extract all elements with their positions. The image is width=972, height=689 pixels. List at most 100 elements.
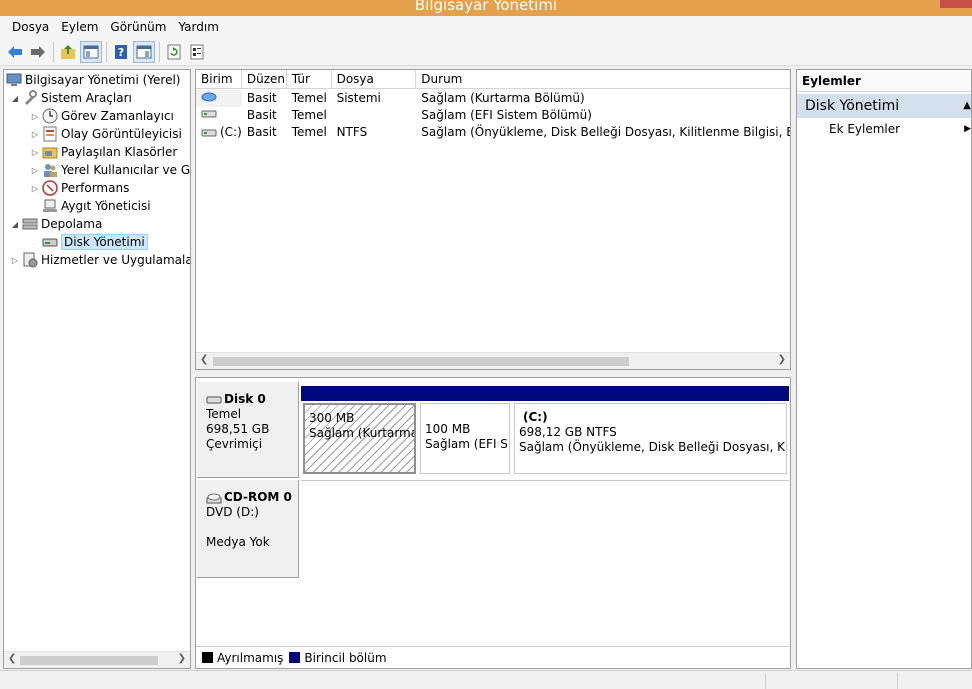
tree-item-task-scheduler[interactable]: ▷ Görev Zamanlayıcı xyxy=(30,107,174,125)
tree-item-computer-management[interactable]: Bilgisayar Yönetimi (Yerel) xyxy=(6,71,180,89)
console-tree[interactable]: Bilgisayar Yönetimi (Yerel) ◢ Sistem Ara… xyxy=(3,69,191,669)
up-folder-button[interactable] xyxy=(57,41,79,63)
refresh-button[interactable] xyxy=(163,41,185,63)
status-segment xyxy=(765,673,897,689)
scrollbar-thumb[interactable] xyxy=(213,357,629,366)
fs-cell: NTFS xyxy=(336,125,368,139)
properties-button[interactable] xyxy=(186,41,208,63)
partition-size: 698,12 GB NTFS xyxy=(519,425,617,439)
volume-list-horizontal-scrollbar[interactable]: ❮ ❯ xyxy=(196,352,790,369)
tree-item-disk-management[interactable]: Disk Yönetimi xyxy=(42,233,148,251)
partition-status: Sağlam (Kurtarma B xyxy=(309,426,416,440)
menu-bar: Dosya Eylem Görünüm Yardım xyxy=(0,16,972,38)
table-row[interactable]: Basit Temel Sağlam (Kurtarma Bölümü) xyxy=(196,90,790,107)
tree-item-event-viewer[interactable]: ▷ Olay Görüntüleyicisi xyxy=(30,125,182,143)
tree-item-storage[interactable]: ◢ Depolama xyxy=(10,215,102,233)
window-title: Bilgisayar Yönetimi xyxy=(414,0,558,14)
close-button[interactable] xyxy=(940,0,972,8)
expand-arrow-icon[interactable]: ▷ xyxy=(30,184,40,193)
performance-icon xyxy=(42,180,58,196)
drive-icon xyxy=(201,129,217,136)
expand-arrow-icon[interactable]: ▷ xyxy=(30,130,40,139)
fs-cell xyxy=(332,107,417,124)
column-header-file-system[interactable]: Dosya Sistemi xyxy=(332,70,417,105)
tree-horizontal-scrollbar[interactable]: ❮ ❯ xyxy=(4,651,190,668)
type-cell: Temel xyxy=(291,91,327,105)
collapse-arrow-icon[interactable]: ◢ xyxy=(10,220,20,229)
help-button[interactable]: ? xyxy=(110,41,132,63)
toolbar-separator xyxy=(159,41,160,62)
menu-action[interactable]: Eylem xyxy=(55,20,104,34)
primary-partition-bar xyxy=(418,386,512,401)
drive-icon xyxy=(201,110,217,118)
cdrom-icon xyxy=(206,493,222,503)
tree-item-label: Görev Zamanlayıcı xyxy=(61,109,174,123)
tree-item-label: Depolama xyxy=(41,217,103,231)
expand-arrow-icon[interactable]: ▷ xyxy=(30,166,40,175)
forward-button[interactable] xyxy=(27,41,49,63)
expand-arrow-icon[interactable]: ▷ xyxy=(30,148,40,157)
menu-help[interactable]: Yardım xyxy=(172,20,224,34)
column-header-status[interactable]: Durum xyxy=(416,70,790,89)
scrollbar-thumb[interactable] xyxy=(20,656,158,665)
table-row[interactable]: Basit Temel Sağlam (EFI Sistem Bölümü) xyxy=(196,107,790,124)
actions-section-label: Disk Yönetimi xyxy=(805,98,900,114)
collapse-up-icon[interactable]: ▲ xyxy=(963,94,971,118)
expand-arrow-icon[interactable]: ▷ xyxy=(30,112,40,121)
show-hide-action-pane-icon xyxy=(136,45,152,58)
tree-item-label: Sistem Araçları xyxy=(41,91,132,105)
volume-list[interactable]: Birim Düzen Tür Dosya Sistemi Durum Basi… xyxy=(195,69,791,370)
scroll-right-icon[interactable]: ❯ xyxy=(178,653,186,664)
show-hide-action-pane-button[interactable] xyxy=(133,40,155,63)
tree-item-system-tools[interactable]: ◢ Sistem Araçları xyxy=(10,89,132,107)
scroll-left-icon[interactable]: ❮ xyxy=(200,354,208,365)
actions-section-disk-management[interactable]: Disk Yönetimi ▲ xyxy=(797,94,971,118)
column-header-type[interactable]: Tür xyxy=(287,70,332,89)
status-cell: Sağlam (EFI Sistem Bölümü) xyxy=(421,108,592,122)
clock-icon xyxy=(42,108,58,124)
scroll-left-icon[interactable]: ❮ xyxy=(8,653,16,664)
tree-item-label: Olay Görüntüleyicisi xyxy=(61,127,182,141)
cdrom-drive: DVD (D:) xyxy=(206,505,259,519)
collapse-arrow-icon[interactable]: ◢ xyxy=(10,94,20,103)
show-hide-tree-button[interactable] xyxy=(80,40,102,63)
more-actions-item[interactable]: Ek Eylemler ▶ xyxy=(797,118,971,140)
tree-item-device-manager[interactable]: Aygıt Yöneticisi xyxy=(42,197,151,215)
cdrom-0-header[interactable]: CD-ROM 0 DVD (D:) Medya Yok xyxy=(197,480,299,578)
menu-view[interactable]: Görünüm xyxy=(104,20,172,34)
back-icon xyxy=(8,45,22,58)
partition-body: 100 MB Sağlam (EFI Sis xyxy=(420,403,510,474)
toolbar-separator xyxy=(106,41,107,62)
disk-0-header[interactable]: Disk 0 Temel 698,51 GB Çevrimiçi xyxy=(197,382,299,478)
layout-cell: Basit xyxy=(246,125,277,139)
cdrom-name-label: CD-ROM 0 xyxy=(224,490,292,504)
disk-name: Disk 0 xyxy=(206,392,298,407)
services-icon xyxy=(22,252,38,268)
partition-efi[interactable]: 100 MB Sağlam (EFI Sis xyxy=(418,386,512,476)
table-row[interactable]: (C:) Basit Temel NTFS Sağlam (Önyükleme,… xyxy=(196,124,790,141)
status-segment xyxy=(897,673,972,689)
partition-body: (C:) 698,12 GB NTFS Sağlam (Önyükleme, D… xyxy=(514,403,787,474)
disk-state: Çevrimiçi xyxy=(206,437,263,451)
back-button[interactable] xyxy=(4,41,26,63)
partition-recovery[interactable]: 300 MB Sağlam (Kurtarma B xyxy=(301,386,418,476)
disk-name-label: Disk 0 xyxy=(224,392,266,406)
disk-graphical-view[interactable]: Disk 0 Temel 698,51 GB Çevrimiçi 300 MB … xyxy=(195,377,791,669)
status-cell: Sağlam (Kurtarma Bölümü) xyxy=(421,91,585,105)
tree-item-local-users[interactable]: ▷ Yerel Kullanıcılar ve Gru xyxy=(30,161,190,179)
primary-swatch xyxy=(289,652,301,663)
tree-item-performance[interactable]: ▷ Performans xyxy=(30,179,129,197)
partition-c[interactable]: (C:) 698,12 GB NTFS Sağlam (Önyükleme, D… xyxy=(512,386,789,476)
partition-status: Sağlam (Önyükleme, Disk Belleği Dosyası,… xyxy=(519,440,786,454)
disk-icon xyxy=(206,396,222,403)
scroll-right-icon[interactable]: ❯ xyxy=(778,354,786,365)
partition-body: 300 MB Sağlam (Kurtarma B xyxy=(303,403,416,474)
expand-arrow-icon[interactable]: ▷ xyxy=(10,256,20,265)
tree-item-shared-folders[interactable]: ▷ Paylaşılan Klasörler xyxy=(30,143,177,161)
volume-cell: (C:) xyxy=(196,124,242,141)
column-header-volume[interactable]: Birim xyxy=(196,70,242,89)
column-header-layout[interactable]: Düzen xyxy=(242,70,287,89)
menu-file[interactable]: Dosya xyxy=(6,20,55,34)
tree-item-services-applications[interactable]: ▷ Hizmetler ve Uygulamalar xyxy=(10,251,190,269)
volume-icon xyxy=(201,92,217,102)
